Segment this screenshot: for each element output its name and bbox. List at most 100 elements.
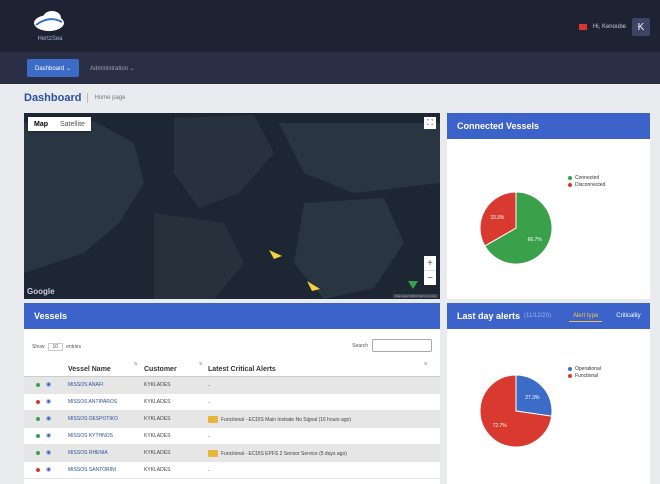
table-row[interactable]: ◉ MISSOS ANTIPAROS KYKLADES - xyxy=(24,394,440,411)
pie-data-label: 27.3% xyxy=(525,395,540,401)
status-dot xyxy=(36,400,40,404)
table-row[interactable]: ◉ MISSOS KYTHNOS KYKLADES - xyxy=(24,428,440,445)
connected-vessels-legend: Connected Disconnected xyxy=(568,175,605,189)
alert-text: Functional - ECDIS Main Instrate No Sign… xyxy=(221,416,352,423)
vessel-latest-alert: - xyxy=(208,396,210,409)
eye-icon[interactable]: ◉ xyxy=(46,433,52,439)
vessel-name-link[interactable]: MISSOS ANTIPAROS xyxy=(68,399,117,405)
col-vessel-name[interactable]: Vessel Name xyxy=(68,366,111,373)
show-label: Show xyxy=(32,344,45,350)
table-body: ◉ MISSOS ANAFI KYKLADES - ◉ MISSOS ANTIPAROS K… xyxy=(24,377,440,479)
eye-icon[interactable]: ◉ xyxy=(46,382,52,388)
page-size-select[interactable]: 10 xyxy=(47,343,64,351)
pie-data-label: 72.7% xyxy=(493,423,508,429)
table-row[interactable]: ◉ MISSOS RHENIA KYKLADES Functional - ECDIS… xyxy=(24,445,440,462)
eye-icon[interactable]: ◉ xyxy=(46,467,52,473)
last-day-alerts-panel: Last day alerts (11/12/20) Alert type Cr… xyxy=(447,303,650,484)
vessel-customer: KYKLADES xyxy=(144,399,171,405)
eye-icon[interactable]: ◉ xyxy=(46,399,52,405)
app-logo[interactable]: HertzSea xyxy=(28,6,72,48)
flag-icon[interactable] xyxy=(578,24,587,30)
tab-alert-type[interactable]: Alert type xyxy=(568,311,603,322)
col-customer[interactable]: Customer xyxy=(144,366,177,373)
table-row[interactable]: ◉ MISSOS ANAFI KYKLADES - xyxy=(24,377,440,394)
search-input[interactable] xyxy=(372,339,432,352)
vessel-latest-alert: Functional - ECDIS Main Instrate No Sign… xyxy=(208,413,351,426)
vessel-name-link[interactable]: MISSOS SANTORINI xyxy=(68,467,116,473)
alerts-legend: Operational Functional xyxy=(568,366,601,380)
main-nav: Dashboard ⌄ Administration ⌄ xyxy=(0,52,660,84)
user-greeting: Hi, Kenoube xyxy=(592,24,626,30)
legend-label: Functional xyxy=(575,373,599,379)
sort-icon[interactable]: ⇅ xyxy=(424,361,427,366)
status-dot xyxy=(36,451,40,455)
logo-text: HertzSea xyxy=(37,36,63,42)
legend-item-operational[interactable]: Operational xyxy=(568,366,601,372)
zoom-controls: + − xyxy=(424,256,436,285)
alert-text: - xyxy=(208,467,210,474)
last-day-alerts-pie: 27.3% 72.7% xyxy=(479,374,553,448)
legend-label: Disconnected xyxy=(575,182,606,188)
map-type-tabs: Map Satellite xyxy=(28,117,91,131)
map-tab-map[interactable]: Map xyxy=(28,117,54,131)
fullscreen-icon[interactable]: ⛶ xyxy=(424,117,436,129)
vessel-map[interactable]: Map Satellite ⛶ + − Google Map data ©202… xyxy=(24,113,440,299)
nav-administration[interactable]: Administration ⌄ xyxy=(82,59,143,77)
vessel-name-link[interactable]: MISSOS RHENIA xyxy=(68,450,108,456)
connected-vessels-panel: Connected Vessels 66.7% 33.3% Connected D… xyxy=(447,113,650,299)
map-attribution[interactable]: Map data ©2020 Terms of Use xyxy=(393,294,438,298)
vessel-customer: KYKLADES xyxy=(144,450,171,456)
sort-icon[interactable]: ⇅ xyxy=(134,361,137,366)
col-latest-alerts[interactable]: Latest Critical Alerts xyxy=(208,366,276,373)
map-tab-satellite[interactable]: Satellite xyxy=(54,117,91,131)
table-row[interactable]: ◉ MISSOS DESPOTIKO KYKLADES Functional - EC… xyxy=(24,411,440,428)
vessel-latest-alert: - xyxy=(208,379,210,392)
page-size-control: Show 10 entries xyxy=(32,343,81,351)
warning-icon xyxy=(208,416,218,423)
legend-dot xyxy=(568,183,572,187)
vessel-customer: KYKLADES xyxy=(144,382,171,388)
user-avatar[interactable]: K xyxy=(632,18,650,36)
connected-vessels-title: Connected Vessels xyxy=(447,113,650,139)
table-header: Vessel Name ⇅ Customer ⇅ Latest Critical… xyxy=(24,361,440,377)
breadcrumb: Dashboard Home page xyxy=(24,90,126,106)
pie-data-label: 33.3% xyxy=(490,215,505,221)
alerts-date: (11/12/20) xyxy=(524,313,551,319)
vessel-marker[interactable] xyxy=(269,250,282,259)
vessel-customer: KYKLADES xyxy=(144,416,171,422)
sort-icon[interactable]: ⇅ xyxy=(199,361,202,366)
tab-criticality[interactable]: Criticality xyxy=(612,311,644,321)
map-land-shapes xyxy=(24,115,440,299)
top-header: HertzSea Hi, Kenoube K xyxy=(0,0,660,52)
legend-label: Connected xyxy=(575,175,600,181)
eye-icon[interactable]: ◉ xyxy=(46,450,52,456)
search-control: Search xyxy=(352,339,432,352)
eye-icon[interactable]: ◉ xyxy=(46,416,52,422)
status-dot xyxy=(36,434,40,438)
zoom-out-button[interactable]: − xyxy=(424,271,436,285)
vessel-name-link[interactable]: MISSOS DESPOTIKO xyxy=(68,416,118,422)
vessel-marker[interactable] xyxy=(408,281,418,289)
zoom-in-button[interactable]: + xyxy=(424,256,436,270)
legend-dot xyxy=(568,374,572,378)
legend-item-connected[interactable]: Connected xyxy=(568,175,605,181)
legend-item-disconnected[interactable]: Disconnected xyxy=(568,182,605,188)
vessel-name-link[interactable]: MISSOS KYTHNOS xyxy=(68,433,113,439)
nav-dashboard[interactable]: Dashboard ⌄ xyxy=(27,59,80,77)
warning-icon xyxy=(208,450,218,457)
vessel-name-link[interactable]: MISSOS ANAFI xyxy=(68,382,103,388)
status-dot xyxy=(36,383,40,387)
status-dot xyxy=(36,417,40,421)
alert-text: - xyxy=(208,399,210,406)
user-area: Hi, Kenoube K xyxy=(578,18,650,36)
breadcrumb-home[interactable]: Home page xyxy=(94,95,125,101)
vessel-latest-alert: - xyxy=(208,464,210,477)
table-row[interactable]: ◉ MISSOS SANTORINI KYKLADES - xyxy=(24,462,440,479)
cloud-logo-icon xyxy=(34,11,64,31)
legend-item-functional[interactable]: Functional xyxy=(568,373,601,379)
connected-vessels-pie: 66.7% 33.3% xyxy=(479,191,553,265)
status-dot xyxy=(36,468,40,472)
entries-label: entries xyxy=(66,344,82,350)
vessel-latest-alert: Functional - ECDIS EPFS 2 Sensor Service… xyxy=(208,447,347,460)
last-day-alerts-title: Last day alerts xyxy=(457,311,521,321)
